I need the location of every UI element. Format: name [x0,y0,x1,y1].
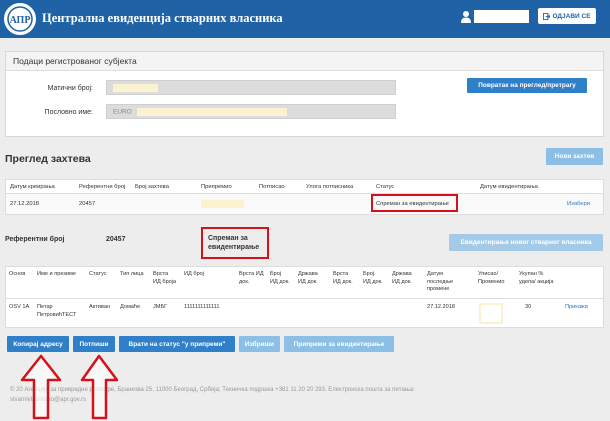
new-request-button[interactable]: Нови захтев [546,148,603,165]
show-link[interactable]: Прикажи [565,304,588,312]
owner-share: 30 [525,304,532,310]
table-row[interactable]: 27.12.2018 20457 Спреман за евидентирање… [6,194,603,214]
app-title: Централна евиденција стварних власника [42,11,283,25]
col-status: Статус [376,184,395,190]
prepare-for-recording-button[interactable]: Припреми за евидентирање [284,336,394,352]
col-share: Укупан % удела/ акција [519,271,554,285]
col-id-number: ИД број [184,271,205,277]
col-owner-status: Статус [89,271,107,277]
owner-name: Петар ПетровићТЕСТ [37,304,77,318]
col-doc-number-2: Број ИД док. [363,271,383,285]
col-id-type: Врста ИД броја [153,271,177,285]
apr-logo[interactable]: АПР [4,3,36,35]
copy-address-button[interactable]: Копирај адресу [7,336,69,352]
col-reference: Референтни број [79,184,126,190]
col-request-number: Број захтева [135,184,169,190]
logo-lettering: АПР [10,15,31,26]
owner-change-date: 27.12.2018 [427,304,455,310]
owner-id-number: 1111111111111 [184,304,220,310]
back-to-search-button[interactable]: Повратак на преглед/претрагу [467,78,587,93]
select-link[interactable]: Изабери [567,201,590,207]
owner-type: Домаће [120,304,141,310]
col-signer-role: Улога потписника [306,184,354,190]
delete-button[interactable]: Избриши [239,336,280,352]
business-name-field: EURO [106,104,396,119]
col-doc-type-2: Врста ИД док. [333,271,353,285]
col-created-date: Датум креирања [10,184,55,190]
col-basis: Основ [9,271,26,277]
footer-line-1: © 20 Агенција за привредне регистре, Бра… [10,387,415,393]
detail-status-line1: Спреман за [208,235,248,242]
id-number-label: Матични број: [47,85,93,92]
detail-status-line2: евидентирање [208,244,260,251]
col-doc-country: Држава ИД док. [298,271,318,285]
owner-basis: OSV 1A [9,304,30,310]
record-owner-button[interactable]: Евидентирање новог стварног власника [449,234,603,251]
col-person-type: Тип лица [120,271,144,277]
table-row[interactable]: OSV 1A Петар ПетровићТЕСТ Активан Домаће… [6,299,603,328]
logout-icon [543,12,551,20]
top-bar: АПР Централна евиденција стварних власни… [0,0,610,38]
owner-id-type: ЈМБГ [153,304,168,310]
row-reference: 20457 [79,201,96,207]
detail-ref-label: Референтни број [5,236,65,243]
return-to-draft-button[interactable]: Врати на статус "у припреми" [119,336,235,352]
col-last-change-date: Датум последње промене [427,271,454,292]
footer-email[interactable]: stvarnivlasnistvo@apr.gov.rs [10,397,86,403]
subject-panel-title: Подаци регистрованог субјекта [6,52,603,71]
id-number-field [106,80,396,95]
requests-table-header: Датум креирања Референтни број Број захт… [6,180,603,194]
col-record-date: Датум евидентирања [480,184,538,190]
owners-table-header: Основ Име и презиме Статус Тип лица Врст… [6,267,603,299]
col-doc-country-2: Држава ИД док. [392,271,412,285]
detail-ref-value: 20457 [106,236,126,243]
logout-label: ОДЈАВИ СЕ [552,12,591,20]
col-doc-type: Врста ИД док. [239,271,264,285]
status-highlight-box [371,194,458,212]
business-name-prefix: EURO [113,108,132,116]
user-name-redacted [474,10,529,23]
col-full-name: Име и презиме [37,271,76,277]
owner-status: Активан [89,304,111,310]
col-prepared-by: Припремио [201,184,232,190]
col-signed-by: Потписао [259,184,285,190]
col-doc-number: Број ИД док. [270,271,290,285]
business-name-label: Пословно име: [44,109,93,116]
subject-panel: Подаци регистрованог субјекта Матични бр… [5,51,604,137]
detail-status-box: Спреман за евидентирање [201,227,269,259]
logout-button[interactable]: ОДЈАВИ СЕ [538,8,596,24]
user-icon [460,10,472,24]
sign-button[interactable]: Потпиши [73,336,115,352]
owners-table: Основ Име и презиме Статус Тип лица Врст… [5,266,604,328]
entered-by-redacted [479,303,503,324]
col-entered-by: Уписао/ Променио [478,271,505,285]
requests-title: Преглед захтева [5,153,91,165]
requests-table: Датум креирања Референтни број Број захт… [5,179,604,215]
row-created-date: 27.12.2018 [10,201,40,207]
